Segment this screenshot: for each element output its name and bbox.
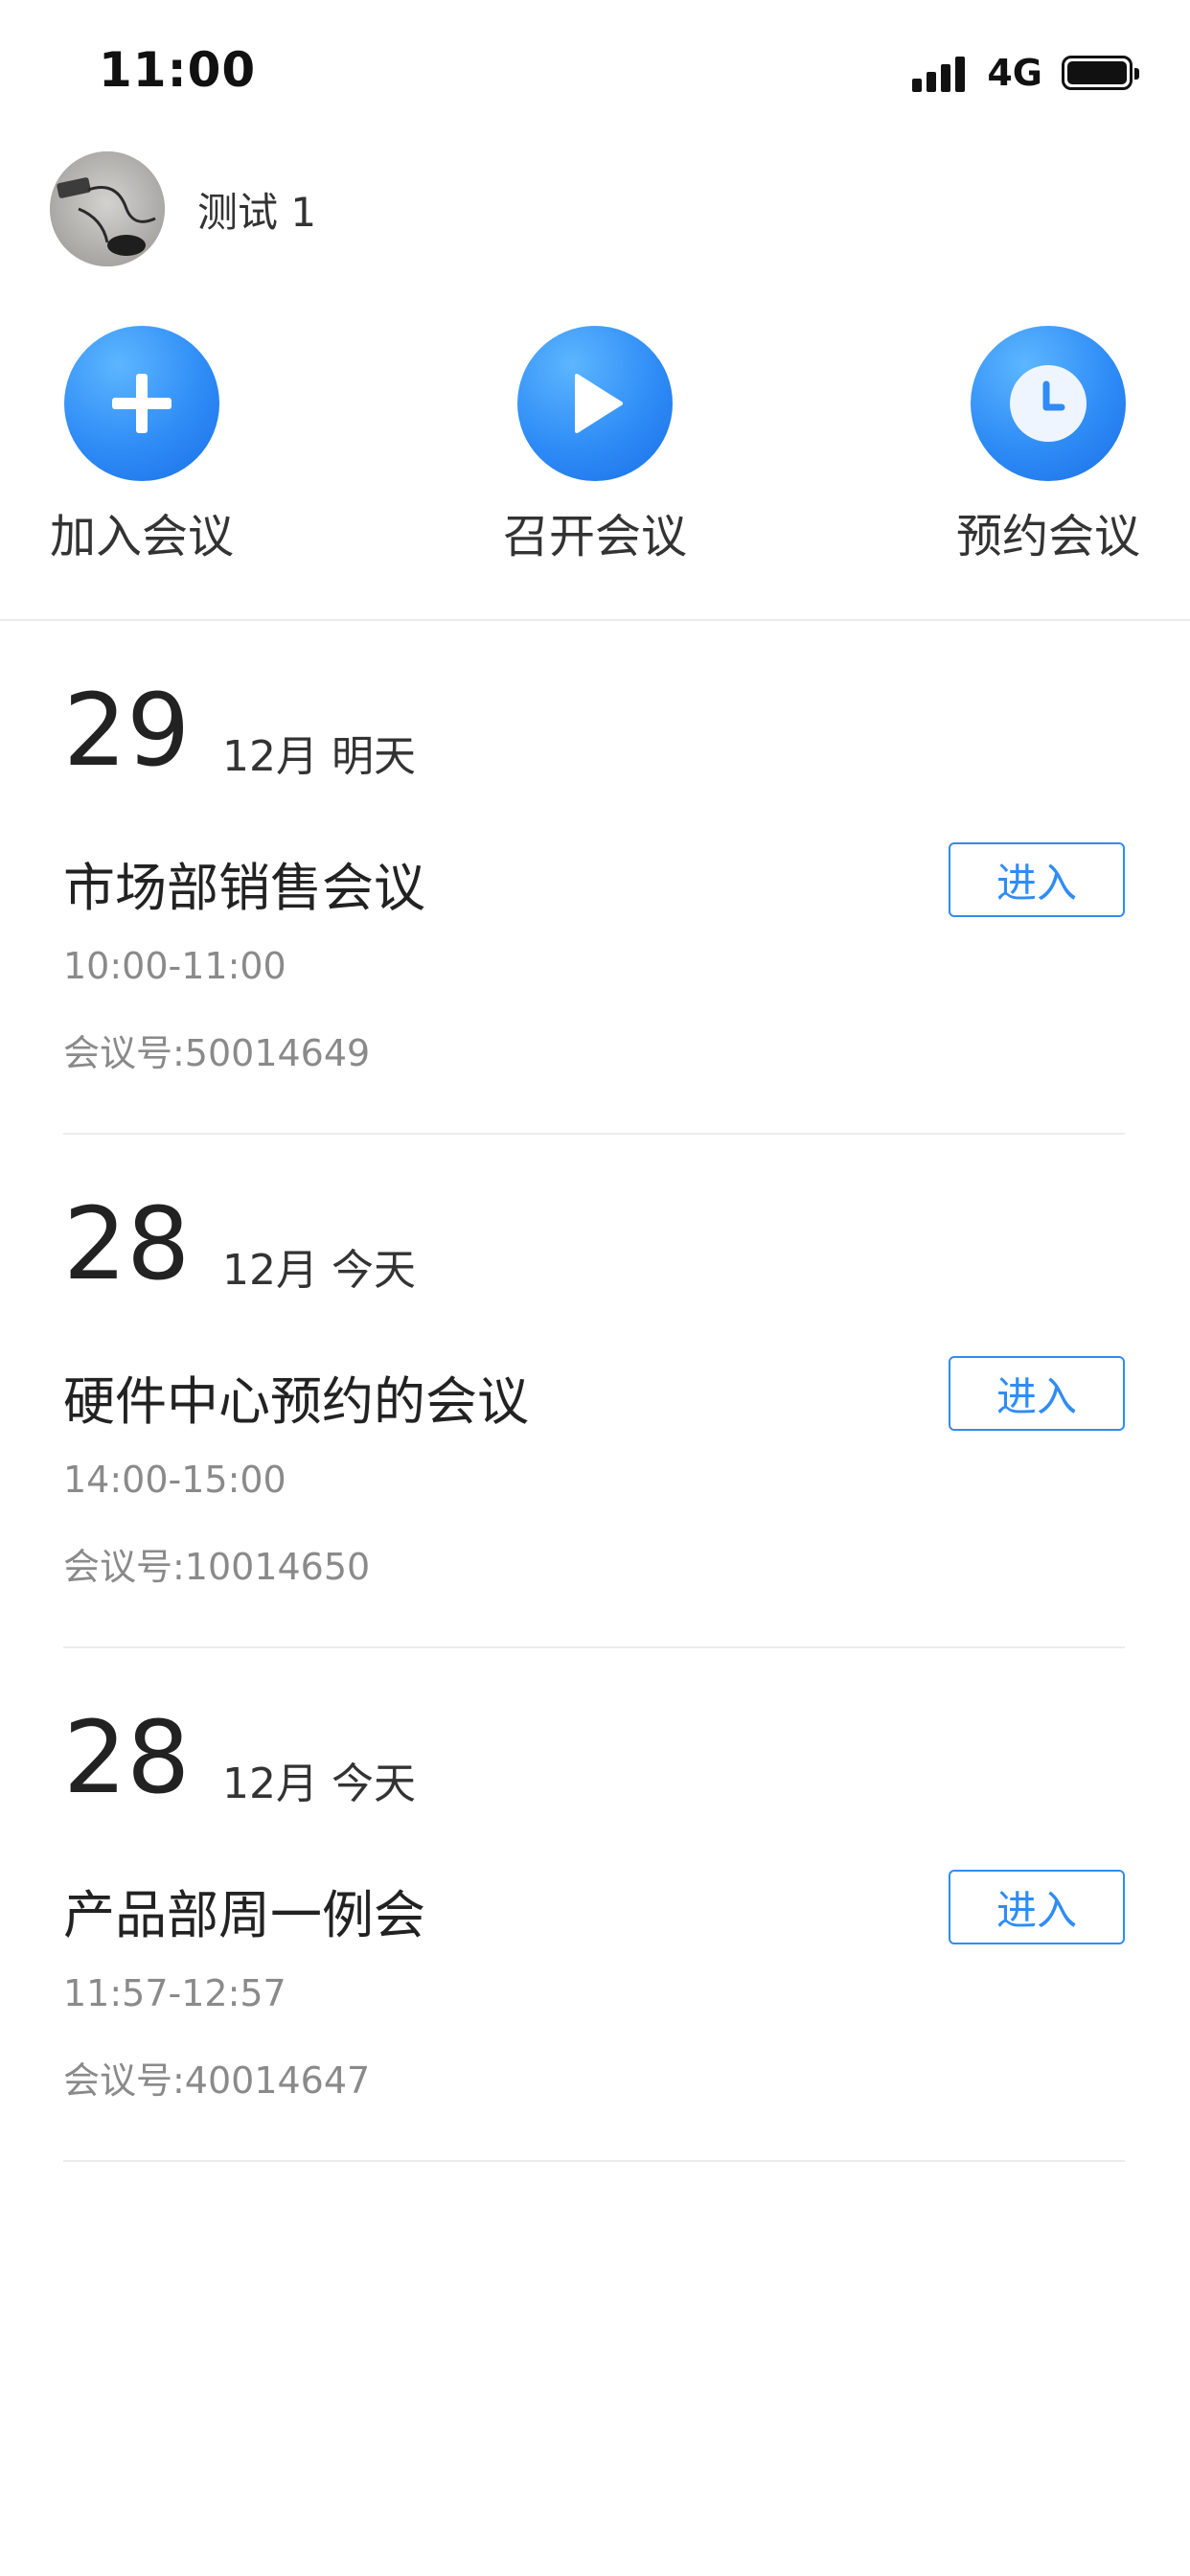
meeting-number: 会议号:10014650 xyxy=(63,1546,371,1588)
schedule-meeting-button[interactable]: 预约会议 xyxy=(933,326,1163,565)
meeting-day: 28 xyxy=(63,1185,191,1302)
meeting-month: 12月 xyxy=(222,1246,318,1295)
meeting-title: 市场部销售会议 xyxy=(63,858,425,918)
status-bar: 11:00 4G xyxy=(0,0,1190,134)
join-meeting-label: 加入会议 xyxy=(49,510,234,564)
join-meeting-button[interactable]: 加入会议 xyxy=(27,326,257,565)
start-meeting-button[interactable]: 召开会议 xyxy=(480,326,710,565)
cellular-signal-icon xyxy=(912,54,970,92)
quick-actions: 加入会议 召开会议 预约会议 xyxy=(0,326,1190,575)
start-meeting-label: 召开会议 xyxy=(502,510,687,564)
schedule-meeting-circle[interactable] xyxy=(971,326,1126,481)
meeting-divider xyxy=(63,1646,1125,1648)
enter-meeting-button[interactable]: 进入 xyxy=(949,842,1125,917)
meeting-time: 11:57-12:57 xyxy=(63,1972,286,2014)
enter-meeting-button[interactable]: 进入 xyxy=(949,1356,1125,1431)
network-type-label: 4G xyxy=(987,52,1042,94)
status-time: 11:00 xyxy=(99,42,257,98)
join-meeting-circle[interactable] xyxy=(64,326,219,481)
meeting-relative-day: 今天 xyxy=(332,1246,416,1295)
meeting-number: 会议号:50014649 xyxy=(63,1032,371,1074)
meeting-divider xyxy=(63,1133,1125,1135)
clock-icon xyxy=(1010,365,1087,442)
meeting-month: 12月 xyxy=(222,732,318,781)
section-divider xyxy=(0,619,1190,621)
meeting-relative-day: 明天 xyxy=(332,732,416,781)
meeting-number: 会议号:40014647 xyxy=(63,2059,371,2102)
meeting-relative-day: 今天 xyxy=(332,1760,416,1808)
meeting-card[interactable]: 28 12月 今天 产品部周一例会 11:57-12:57 会议号:400146… xyxy=(0,1650,1190,2164)
user-name: 测试 1 xyxy=(197,188,317,236)
schedule-meeting-label: 预约会议 xyxy=(955,510,1140,564)
meeting-day: 28 xyxy=(63,1699,191,1816)
enter-meeting-button[interactable]: 进入 xyxy=(949,1870,1125,1944)
status-indicators: 4G xyxy=(912,50,1139,96)
plus-icon xyxy=(112,374,172,433)
meeting-divider xyxy=(63,2160,1125,2162)
meeting-title: 产品部周一例会 xyxy=(63,1885,425,1945)
meeting-card[interactable]: 29 12月 明天 市场部销售会议 10:00-11:00 会议号:500146… xyxy=(0,623,1190,1137)
meeting-day: 29 xyxy=(63,672,191,789)
meeting-card[interactable]: 28 12月 今天 硬件中心预约的会议 14:00-15:00 会议号:1001… xyxy=(0,1137,1190,1650)
avatar[interactable] xyxy=(50,151,165,266)
start-meeting-circle[interactable] xyxy=(517,326,673,481)
meeting-time: 14:00-15:00 xyxy=(63,1459,286,1501)
avatar-photo-icon xyxy=(50,151,165,266)
battery-icon xyxy=(1062,56,1139,90)
user-profile[interactable]: 测试 1 xyxy=(50,151,316,266)
meeting-month: 12月 xyxy=(222,1760,318,1808)
meeting-time: 10:00-11:00 xyxy=(63,945,286,987)
meeting-title: 硬件中心预约的会议 xyxy=(63,1371,529,1432)
play-icon xyxy=(575,374,623,433)
